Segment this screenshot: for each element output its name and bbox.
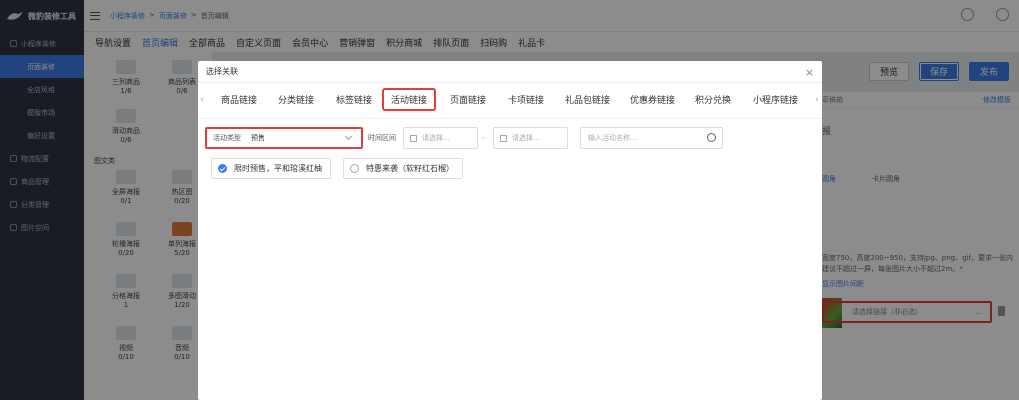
search-placeholder: 输入活动名称... (588, 134, 637, 142)
end-date-placeholder: 请选择... (512, 134, 540, 142)
chevron-left-icon[interactable]: ‹ (200, 95, 204, 105)
tab-card-link[interactable]: 卡项链接 (508, 93, 544, 106)
calendar-icon (500, 134, 507, 142)
tab-category-link[interactable]: 分类链接 (278, 93, 314, 106)
chevron-down-icon (344, 132, 353, 141)
activity-option[interactable]: 特惠来袭（软籽红石榴） (343, 158, 463, 179)
close-icon[interactable]: × (805, 66, 814, 79)
dialog-title: 选择关联 (198, 61, 822, 83)
filter-bar: 活动类型 预售 时间区间 请选择... - 请选择... 输入活动名称... (198, 127, 822, 149)
tab-activity-link[interactable]: 活动链接 (382, 88, 437, 111)
chevron-right-icon[interactable]: › (815, 95, 819, 105)
activity-option-label: 限时预售，平和琯溪红柚 (234, 164, 322, 173)
search-icon[interactable] (707, 133, 716, 142)
app-root: 微豹装修工具 小程序装修 页面装修 全店风格 模版市场 偏好设置 物流配置 商品… (0, 0, 1019, 400)
select-link-dialog: 选择关联 × ‹ 商品链接 分类链接 标签链接 活动链接 页面链接 卡项链接 礼… (198, 61, 822, 400)
activity-search-input[interactable]: 输入活动名称... (580, 127, 723, 149)
time-range-label: 时间区间 (368, 134, 396, 142)
activity-type-value: 预售 (251, 134, 265, 142)
start-date-input[interactable]: 请选择... (403, 127, 478, 149)
end-date-input[interactable]: 请选择... (493, 127, 568, 149)
activity-option[interactable]: 限时预售，平和琯溪红柚 (211, 158, 331, 179)
activity-type-label: 活动类型 (213, 134, 241, 142)
calendar-icon (410, 134, 417, 142)
tab-gift-pack-link[interactable]: 礼品包链接 (565, 93, 610, 106)
tab-miniapp-link[interactable]: 小程序链接 (753, 93, 798, 106)
tab-coupon-link[interactable]: 优惠券链接 (630, 93, 675, 106)
tab-goods-link[interactable]: 商品链接 (221, 93, 257, 106)
radio-unchecked-icon[interactable] (350, 164, 359, 173)
radio-checked-icon[interactable] (218, 164, 227, 173)
activity-type-select[interactable]: 活动类型 预售 (205, 127, 363, 149)
tab-tag-link[interactable]: 标签链接 (336, 93, 372, 106)
activity-option-label: 特惠来袭（软籽红石榴） (366, 164, 454, 173)
tab-points-exchange[interactable]: 积分兑换 (695, 93, 731, 106)
link-type-tabs: ‹ 商品链接 分类链接 标签链接 活动链接 页面链接 卡项链接 礼品包链接 优惠… (198, 83, 822, 119)
tab-page-link[interactable]: 页面链接 (450, 93, 486, 106)
start-date-placeholder: 请选择... (422, 134, 450, 142)
date-separator: - (482, 133, 485, 142)
activity-list: 限时预售，平和琯溪红柚 特惠来袭（软籽红石榴） (211, 158, 463, 179)
